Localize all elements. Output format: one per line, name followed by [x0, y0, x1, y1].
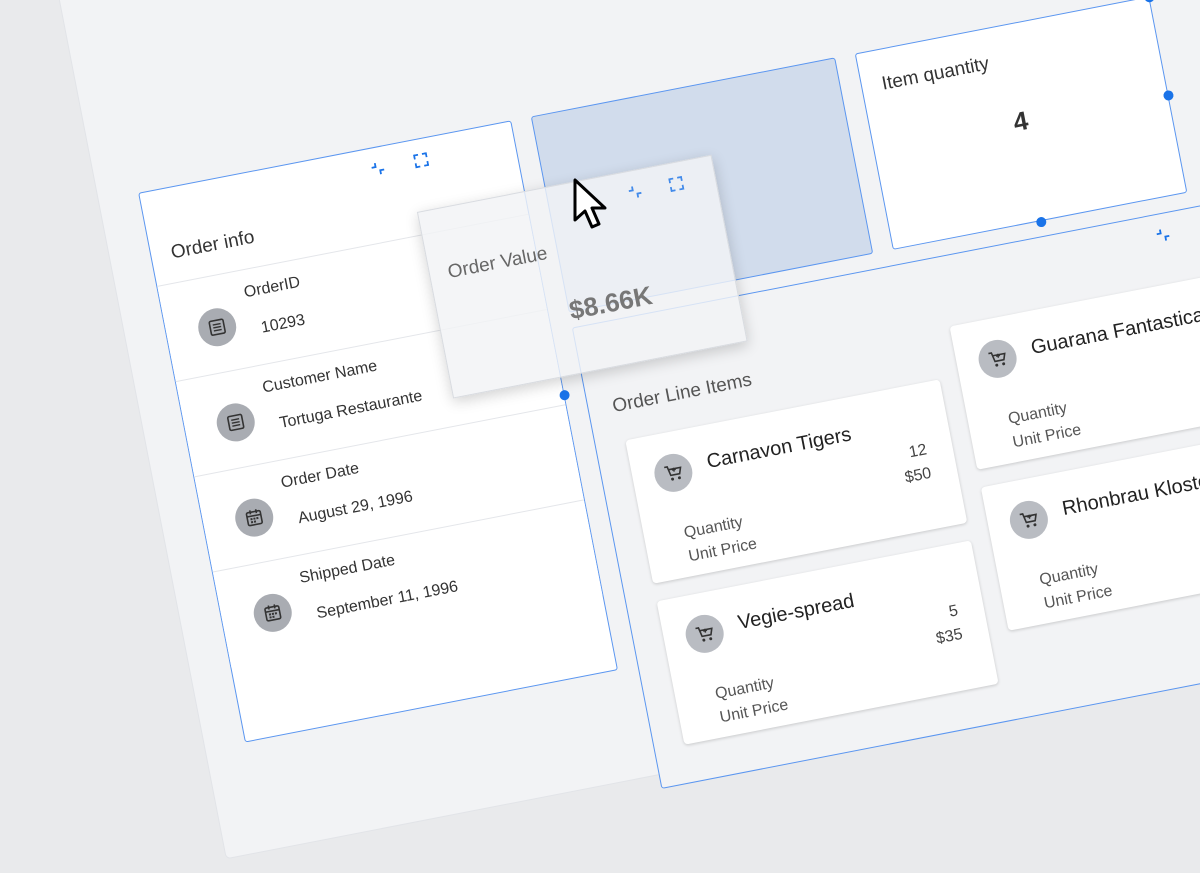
list-icon [213, 400, 258, 445]
order-value-amount: $8.66K [567, 280, 655, 326]
item-quantity: 12 [908, 441, 929, 462]
item-quantity-title: Item quantity [880, 53, 991, 95]
expand-icon[interactable] [413, 152, 429, 168]
info-label: Customer Name [261, 358, 379, 398]
info-value: 10293 [260, 312, 307, 338]
order-info-title: Order info [169, 227, 256, 265]
line-items-title: Order Line Items [611, 369, 754, 418]
info-label: Order Date [280, 460, 361, 493]
cart-icon [682, 612, 727, 657]
dashboard-board: Order info OrderID 10293 Customer Name T… [163, 0, 1200, 739]
dashboard-stage: Order info OrderID 10293 Customer Name T… [0, 0, 1200, 630]
cart-icon [1007, 498, 1052, 543]
calendar-icon [232, 495, 277, 540]
collapse-icon[interactable] [1155, 227, 1171, 243]
item-name: Rhonbrau Klosterbier [1060, 462, 1200, 521]
expand-icon[interactable] [668, 176, 684, 192]
line-item-card[interactable]: Guarana Fantastica 10 $4 Quantity Unit P… [950, 265, 1200, 469]
info-label: Shipped Date [298, 552, 397, 588]
collapse-icon[interactable] [627, 184, 643, 200]
item-name: Vegie-spread [736, 590, 856, 635]
info-value: August 29, 1996 [297, 488, 415, 528]
cart-icon [651, 451, 696, 496]
list-icon [195, 305, 240, 350]
info-label: OrderID [243, 274, 302, 303]
item-quantity: 5 [948, 602, 960, 621]
item-name: Carnavon Tigers [705, 423, 853, 474]
cart-icon [975, 337, 1020, 382]
collapse-icon[interactable] [370, 160, 386, 176]
item-name: Guarana Fantastica [1029, 304, 1200, 360]
info-value: September 11, 1996 [315, 578, 460, 623]
order-value-title: Order Value [446, 243, 549, 284]
info-value: Tortuga Restaurante [278, 388, 424, 433]
calendar-icon [250, 591, 295, 636]
item-price: $50 [903, 465, 933, 488]
item-price: $35 [935, 626, 965, 649]
mouse-cursor-icon [572, 178, 618, 241]
item-quantity-value: 4 [872, 78, 1170, 165]
